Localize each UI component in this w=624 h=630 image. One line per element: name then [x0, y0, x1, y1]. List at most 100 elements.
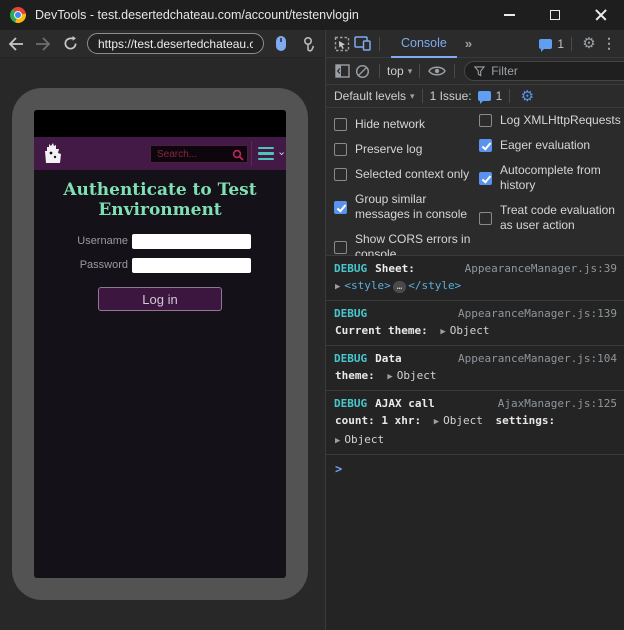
site-logo-icon[interactable]: [42, 141, 64, 171]
browser-navbar: [0, 30, 324, 58]
filter-input[interactable]: [491, 64, 624, 78]
setting-label: Eager evaluation: [500, 138, 590, 153]
clear-console-icon[interactable]: [352, 61, 372, 81]
checkbox[interactable]: [334, 118, 347, 131]
html-open-tag[interactable]: <style>: [344, 279, 390, 292]
issues-bubble-icon: [539, 39, 552, 49]
context-selector[interactable]: top: [387, 64, 404, 78]
close-icon: [595, 9, 607, 21]
settings-left-column: Hide network Preserve log Selected conte…: [334, 117, 474, 262]
console-message: DEBUG Sheet: AppearanceManager.js:39 ▶<s…: [326, 256, 624, 301]
url-bar[interactable]: [87, 33, 264, 54]
more-options-icon[interactable]: ⋮: [599, 34, 619, 54]
log-level: DEBUG: [334, 350, 367, 367]
console-sidebar-icon[interactable]: [332, 61, 352, 81]
checkbox[interactable]: [334, 241, 347, 254]
checkbox[interactable]: [479, 114, 492, 127]
source-link[interactable]: AppearanceManager.js:139: [458, 305, 617, 322]
console-settings-panel: Hide network Preserve log Selected conte…: [326, 108, 624, 256]
issues-indicator[interactable]: 1: [539, 37, 564, 51]
checkbox[interactable]: [334, 168, 347, 181]
setting-group-similar[interactable]: Group similar messages in console: [334, 192, 474, 222]
back-button[interactable]: [6, 34, 26, 54]
reload-button[interactable]: [60, 34, 80, 54]
maximize-button[interactable]: [532, 0, 578, 30]
menu-chevron-down-icon[interactable]: ⌄: [277, 145, 286, 158]
object-link[interactable]: Object: [397, 369, 437, 382]
setting-label: Preserve log: [355, 142, 422, 157]
live-expression-eye-icon[interactable]: [427, 61, 447, 81]
checkbox[interactable]: [479, 212, 492, 225]
setting-user-action[interactable]: Treat code evaluation as user action: [479, 203, 623, 233]
html-close-tag[interactable]: </style>: [408, 279, 461, 292]
setting-label: Treat code evaluation as user action: [500, 203, 623, 233]
divider: [422, 89, 423, 103]
prompt-chevron-icon: >: [335, 462, 342, 476]
console-toolbar: top ▾: [326, 58, 624, 85]
expand-triangle-icon[interactable]: ▶: [434, 417, 439, 427]
minimize-button[interactable]: [486, 0, 532, 30]
console-prompt[interactable]: >: [326, 455, 624, 484]
console-settings-gear-icon[interactable]: ⚙: [517, 86, 537, 106]
issue-count: 1: [496, 89, 503, 103]
password-field[interactable]: [132, 258, 251, 273]
forward-button[interactable]: [33, 34, 53, 54]
checkbox[interactable]: [334, 201, 347, 214]
source-link[interactable]: AjaxManager.js:125: [498, 395, 617, 412]
object-link[interactable]: Object: [443, 414, 483, 427]
source-link[interactable]: AppearanceManager.js:39: [465, 260, 617, 277]
tab-console[interactable]: Console: [391, 30, 457, 58]
setting-hide-network[interactable]: Hide network: [334, 117, 474, 132]
message-text: Sheet:: [375, 260, 415, 277]
message-text: Data: [375, 350, 402, 367]
settings-right-column: Log XMLHttpRequests Eager evaluation Aut…: [479, 113, 623, 233]
console-levels-bar: Default levels ▾ 1 Issue: 1 ⚙: [326, 85, 624, 108]
chrome-icon: [10, 7, 26, 23]
device-screen: ⌄ Authenticate to Test Environment Usern…: [34, 110, 286, 578]
expand-triangle-icon[interactable]: ▶: [387, 372, 392, 382]
filter-box[interactable]: [464, 61, 624, 81]
checkbox[interactable]: [479, 139, 492, 152]
setting-autocomplete-history[interactable]: Autocomplete from history: [479, 163, 623, 193]
mouse-emulation-icon[interactable]: [271, 34, 291, 54]
window-title: DevTools - test.desertedchateau.com/acco…: [35, 8, 359, 22]
collapsed-content-icon[interactable]: …: [393, 281, 406, 293]
search-icon[interactable]: [232, 148, 244, 166]
setting-label: Selected context only: [355, 167, 469, 182]
expand-triangle-icon[interactable]: ▶: [440, 327, 445, 337]
browser-viewport-panel: ⌄ Authenticate to Test Environment Usern…: [0, 30, 324, 630]
setting-selected-context[interactable]: Selected context only: [334, 167, 474, 182]
login-button[interactable]: Log in: [98, 287, 222, 311]
message-text: settings:: [496, 414, 556, 427]
issue-count-label: 1 Issue:: [430, 89, 472, 103]
console-message: DEBUG AppearanceManager.js:139 Current t…: [326, 301, 624, 346]
object-link[interactable]: Object: [344, 433, 384, 446]
checkbox[interactable]: [334, 143, 347, 156]
window-controls: [486, 0, 624, 30]
username-field[interactable]: [132, 234, 251, 249]
setting-eager-evaluation[interactable]: Eager evaluation: [479, 138, 623, 153]
expand-triangle-icon[interactable]: ▶: [335, 436, 340, 446]
message-text: count: 1 xhr:: [335, 414, 421, 427]
source-link[interactable]: AppearanceManager.js:104: [458, 350, 617, 367]
divider: [571, 37, 572, 51]
close-button[interactable]: [578, 0, 624, 30]
hamburger-menu-icon[interactable]: [258, 147, 274, 160]
console-message: DEBUG AJAX call AjaxManager.js:125 count…: [326, 391, 624, 455]
issue-bubble-icon[interactable]: [478, 91, 491, 101]
log-levels-selector[interactable]: Default levels: [334, 89, 406, 103]
divider: [379, 64, 380, 78]
setting-preserve-log[interactable]: Preserve log: [334, 142, 474, 157]
setting-log-xhr[interactable]: Log XMLHttpRequests: [479, 113, 623, 128]
settings-gear-icon[interactable]: ⚙: [579, 34, 599, 54]
inspect-element-icon[interactable]: [332, 34, 352, 54]
divider: [379, 37, 380, 51]
checkbox[interactable]: [479, 172, 492, 185]
message-text: theme:: [335, 369, 375, 382]
device-toolbar-icon[interactable]: [352, 34, 372, 54]
more-tabs-icon[interactable]: »: [465, 36, 470, 51]
expand-triangle-icon[interactable]: ▶: [335, 282, 340, 292]
object-link[interactable]: Object: [450, 324, 490, 337]
devtools-window: DevTools - test.desertedchateau.com/acco…: [0, 0, 624, 630]
touch-emulation-icon[interactable]: [298, 34, 318, 54]
